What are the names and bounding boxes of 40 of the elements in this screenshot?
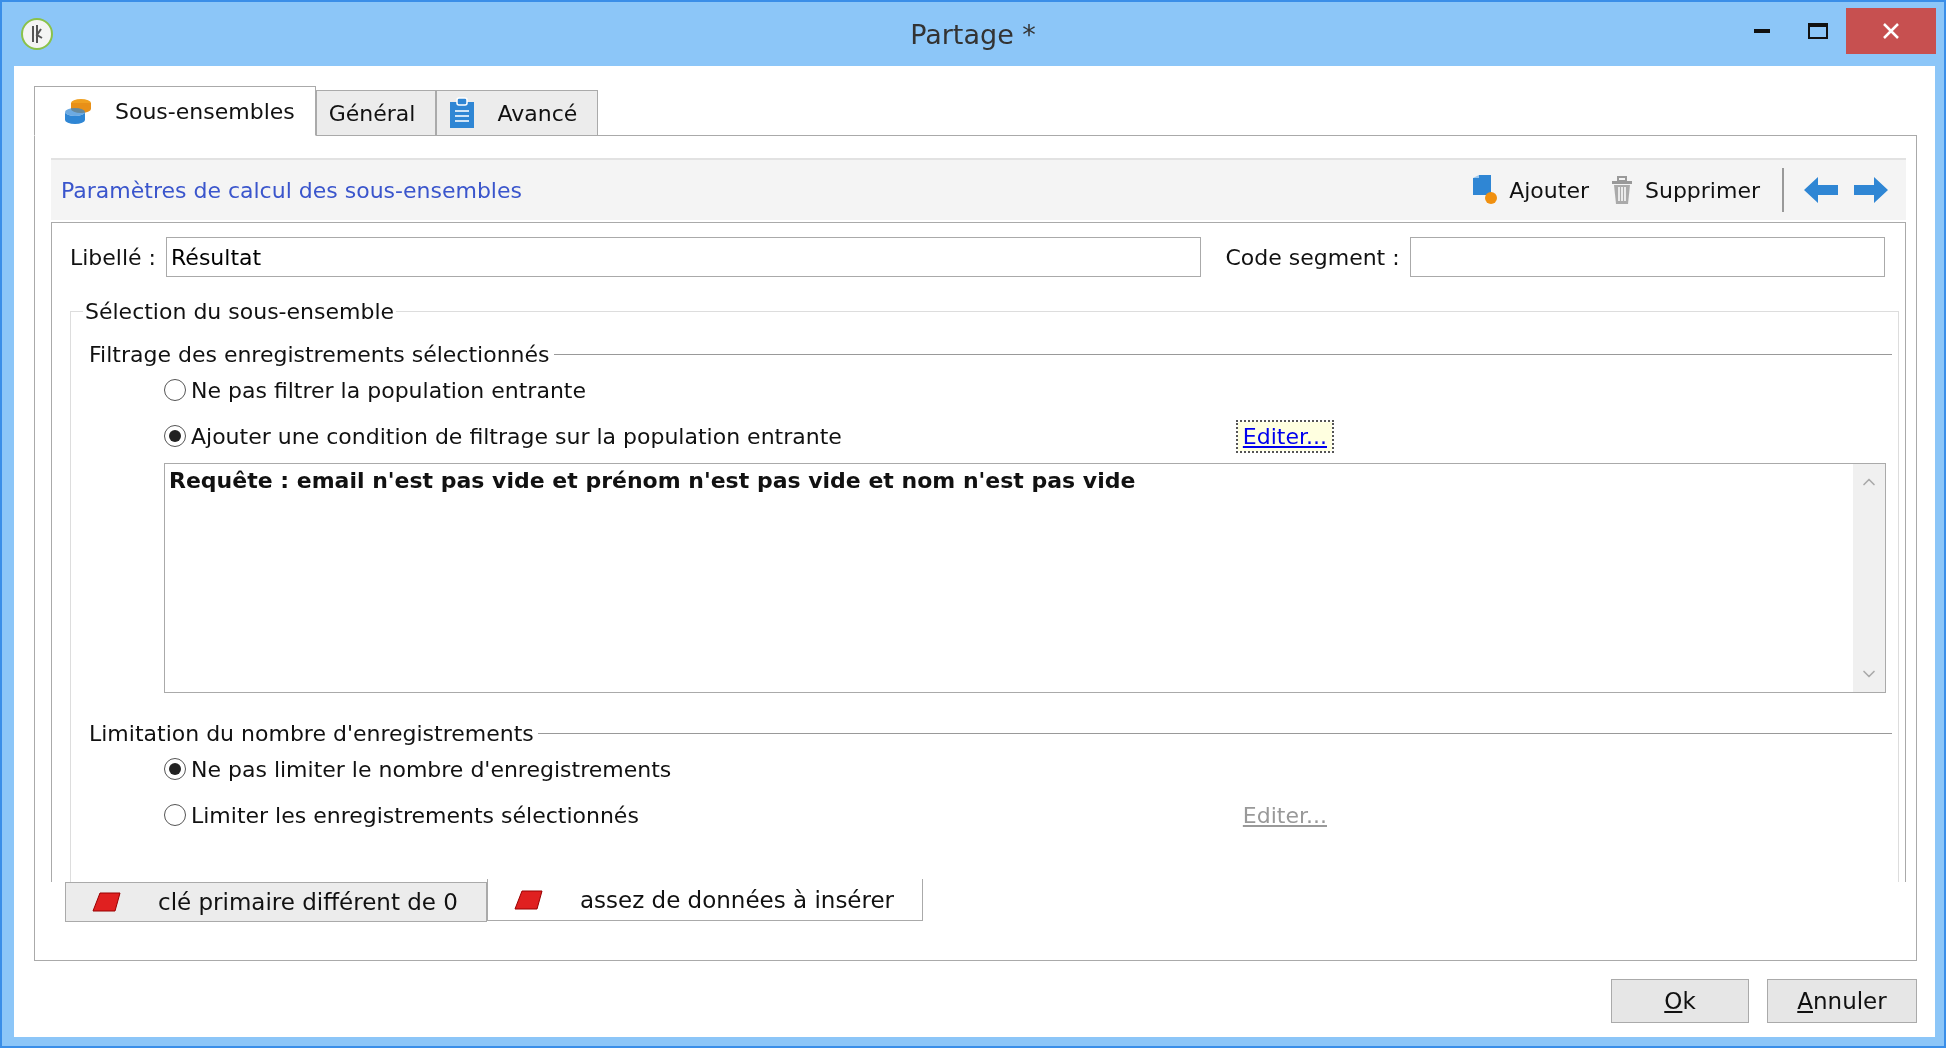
section-title: Limitation du nombre d'enregistrements (89, 721, 534, 746)
radio-button[interactable] (164, 425, 186, 447)
input-field[interactable] (1409, 237, 1885, 277)
radio-label[interactable]: Ne pas filtrer la population entrante (191, 377, 586, 403)
warning-shape-icon (513, 888, 544, 911)
tab[interactable]: Général (315, 90, 437, 136)
toolbar-button[interactable]: Supprimer (1599, 175, 1770, 205)
radio-label[interactable]: Ne pas limiter le nombre d'enregistrements (191, 756, 672, 782)
window-title: Partage * (910, 18, 1036, 50)
radio-label[interactable]: Ajouter une condition de filtrage sur la population entrante (191, 423, 842, 449)
radio-button[interactable] (164, 804, 186, 826)
radio-button[interactable] (164, 758, 186, 780)
database-icon (63, 96, 93, 126)
warning-shape-icon (92, 891, 122, 913)
header-title: Paramètres de calcul des sous-ensembles (61, 177, 522, 203)
tab[interactable]: Sous-ensembles (34, 86, 316, 136)
field-label: Libellé : (70, 244, 157, 270)
radio-button[interactable] (164, 379, 186, 401)
toolbar-button[interactable]: Ajouter (1461, 174, 1599, 206)
bottom-tab[interactable]: assez de données à insérer (486, 879, 924, 921)
minimize-icon (1754, 29, 1770, 33)
section-title: Filtrage des enregistrements sélectionnés (89, 342, 550, 367)
group-title: Sélection du sous-ensemble (84, 299, 396, 324)
dialog-button[interactable]: Ok (1611, 979, 1749, 1023)
edit-link[interactable]: Editer... (1237, 421, 1332, 451)
tab[interactable]: Avancé (436, 90, 599, 136)
trash-icon (1609, 175, 1635, 205)
close-icon (1882, 22, 1900, 40)
dialog-button[interactable]: Annuler (1767, 979, 1917, 1023)
scrollbar[interactable] (1853, 464, 1885, 692)
maximize-icon (1808, 23, 1828, 39)
app-icon (20, 17, 54, 51)
query-text: Requête : email n'est pas vide et prénom n'est pas vide et nom n'est pas vide (168, 467, 1137, 495)
add-document-icon (1471, 174, 1500, 206)
input-field[interactable]: Résultat (166, 237, 1202, 277)
clipboard-icon (449, 97, 476, 129)
radio-label[interactable]: Limiter les enregistrements sélectionnés (191, 802, 639, 828)
query-text-area[interactable]: Requête : email n'est pas vide et prénom n'est pas vide et nom n'est pas vide (164, 463, 1886, 693)
field-label: Code segment : (1225, 244, 1400, 270)
bottom-tab[interactable]: clé primaire différent de 0 (65, 882, 487, 922)
